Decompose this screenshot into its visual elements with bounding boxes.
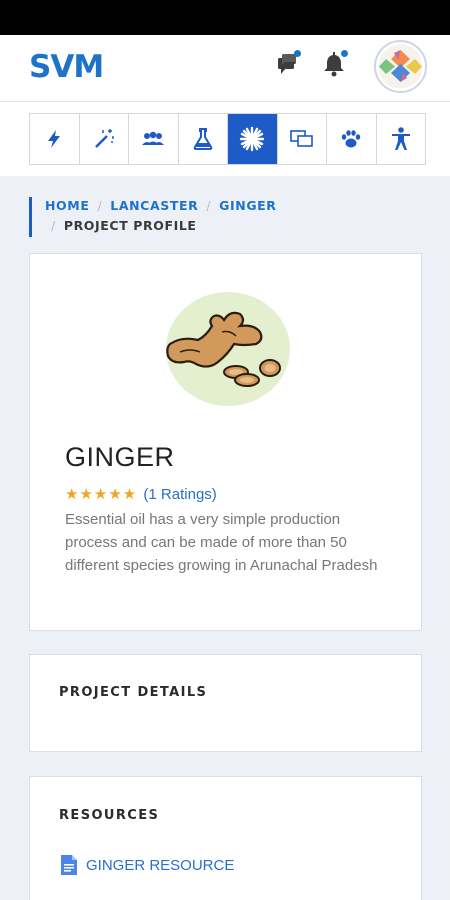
- breadcrumb-separator: /: [51, 218, 56, 233]
- breadcrumb-location-link[interactable]: LANCASTER: [110, 198, 198, 213]
- bell-icon[interactable]: [319, 49, 349, 79]
- accessibility-icon: [391, 127, 410, 150]
- project-details-card: PROJECT DETAILS: [29, 654, 422, 752]
- ginger-image: [160, 292, 296, 410]
- status-bar: [0, 0, 450, 35]
- flower-icon: [240, 126, 265, 152]
- app-logo[interactable]: SVM: [29, 49, 104, 85]
- module-menu-bar: [0, 102, 450, 176]
- project-title: GINGER: [65, 442, 175, 472]
- chat-notification-dot: [294, 50, 301, 57]
- breadcrumb-separator: /: [97, 198, 103, 213]
- menu-item-chat[interactable]: [278, 114, 327, 164]
- breadcrumb-home-link[interactable]: HOME: [45, 198, 89, 213]
- flask-icon: [193, 128, 213, 150]
- magic-wand-icon: [94, 129, 114, 148]
- top-bar: SVM: [0, 35, 450, 102]
- breadcrumb: HOME / LANCASTER / GINGER / PROJECT PROFILE: [29, 197, 419, 237]
- resources-title: RESOURCES: [59, 808, 160, 823]
- ratings-count-link[interactable]: (1 Ratings): [143, 486, 216, 503]
- chat-icon[interactable]: [272, 49, 302, 79]
- resource-label[interactable]: GINGER RESOURCE: [86, 857, 234, 874]
- menu-item-group[interactable]: [129, 114, 179, 164]
- lightning-icon: [48, 130, 61, 148]
- rating: ★★★★★ (1 Ratings): [65, 485, 217, 503]
- breadcrumb-item-link[interactable]: GINGER: [219, 198, 276, 213]
- menu-item-lightning[interactable]: [30, 114, 80, 164]
- menu-item-accessibility[interactable]: [377, 114, 426, 164]
- breadcrumb-current: PROJECT PROFILE: [63, 218, 197, 233]
- breadcrumb-separator: /: [206, 198, 212, 213]
- bell-notification-dot: [341, 50, 348, 57]
- project-profile-card: GINGER ★★★★★ (1 Ratings) Essential oil h…: [29, 253, 422, 631]
- rating-stars: ★★★★★: [65, 486, 138, 503]
- paw-icon: [342, 130, 361, 148]
- project-details-title: PROJECT DETAILS: [59, 685, 208, 700]
- menu-item-paw[interactable]: [327, 114, 377, 164]
- menu-item-flask[interactable]: [179, 114, 228, 164]
- document-icon: [61, 855, 77, 875]
- avatar[interactable]: [374, 40, 427, 93]
- module-menu: [29, 113, 426, 165]
- project-description: Essential oil has a very simple producti…: [65, 511, 378, 574]
- resource-link[interactable]: GINGER RESOURCE: [61, 855, 234, 875]
- resources-card: RESOURCES GINGER RESOURCE: [29, 776, 422, 900]
- group-icon: [142, 131, 165, 145]
- menu-item-magic[interactable]: [80, 114, 129, 164]
- menu-item-flower[interactable]: [228, 114, 278, 164]
- chat-bubbles-icon: [289, 130, 313, 147]
